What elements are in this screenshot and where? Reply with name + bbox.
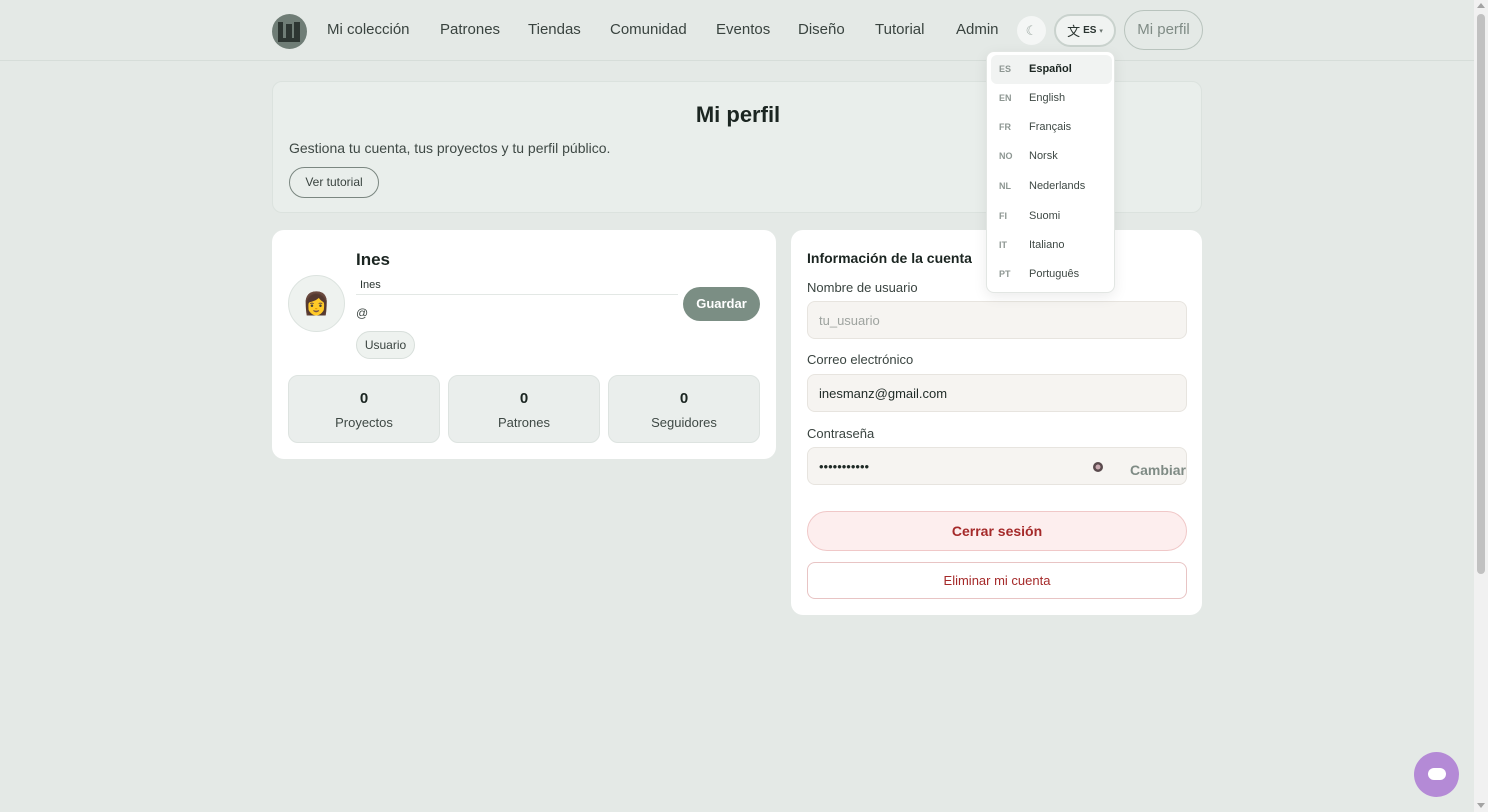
language-code: FR [999, 122, 1011, 132]
stat-patterns[interactable]: 0 Patrones [448, 375, 600, 443]
scroll-up-arrow-icon[interactable] [1477, 3, 1485, 8]
language-name: Nederlands [1029, 180, 1086, 192]
profile-button[interactable]: Mi perfil [1124, 10, 1203, 50]
language-option-pt[interactable]: PT Português [991, 260, 1112, 289]
username-input[interactable]: tu_usuario [807, 301, 1187, 339]
nav-item-patrones[interactable]: Patrones [440, 21, 500, 38]
role-badge: Usuario [356, 331, 415, 359]
stat-label: Patrones [497, 415, 551, 430]
language-selector-button[interactable]: 文 ES ▾ [1054, 14, 1116, 47]
tutorial-button[interactable]: Ver tutorial [289, 167, 379, 198]
username-label: Nombre de usuario [807, 280, 918, 295]
delete-account-button[interactable]: Eliminar mi cuenta [807, 562, 1187, 599]
scroll-down-arrow-icon[interactable] [1477, 803, 1485, 808]
language-name: Français [1029, 121, 1072, 133]
language-code: ES [999, 64, 1012, 74]
stat-projects[interactable]: 0 Proyectos [288, 375, 440, 443]
nav-item-coleccion[interactable]: Mi colección [327, 21, 410, 38]
language-option-it[interactable]: IT Italiano [991, 231, 1112, 260]
language-code: IT [999, 240, 1007, 250]
language-option-fr[interactable]: FR Français [991, 113, 1112, 142]
page-subtitle: Gestiona tu cuenta, tus proyectos y tu p… [289, 140, 611, 156]
display-name-input[interactable] [356, 276, 678, 295]
save-button[interactable]: Guardar [683, 287, 760, 321]
nav-item-comunidad[interactable]: Comunidad [610, 21, 687, 38]
language-option-es[interactable]: ES Español [991, 55, 1112, 84]
language-option-fi[interactable]: FI Suomi [991, 202, 1112, 231]
stat-value: 0 [519, 390, 529, 407]
language-code: NL [999, 181, 1011, 191]
language-option-en[interactable]: EN English [991, 84, 1112, 113]
language-name: Suomi [1029, 210, 1061, 222]
chat-bubble-icon [1428, 768, 1446, 780]
stat-followers[interactable]: 0 Seguidores [608, 375, 760, 443]
nav-item-tutorial[interactable]: Tutorial [875, 21, 924, 38]
stat-value: 0 [679, 390, 689, 407]
nav-item-eventos[interactable]: Eventos [716, 21, 770, 38]
language-name: Português [1029, 268, 1080, 280]
avatar[interactable]: 👩 [288, 275, 345, 332]
eye-icon[interactable] [1092, 461, 1104, 473]
profile-display-name: Ines [356, 250, 391, 269]
logout-button[interactable]: Cerrar sesión [807, 511, 1187, 551]
change-password-link[interactable]: Cambiar [1130, 462, 1186, 478]
stat-label: Seguidores [651, 415, 717, 430]
language-option-nl[interactable]: NL Nederlands [991, 172, 1112, 201]
profile-card: 👩 Ines @ Usuario Guardar 0 Proyectos 0 P… [272, 230, 776, 459]
language-menu: ES Español EN English FR Français NO Nor… [986, 51, 1115, 293]
account-info-title: Información de la cuenta [807, 250, 972, 266]
chevron-down-icon: ▾ [1099, 27, 1103, 35]
nav-item-admin[interactable]: Admin [956, 21, 999, 38]
language-code: PT [999, 269, 1011, 279]
email-label: Correo electrónico [807, 352, 914, 367]
top-nav: Mi colección Patrones Tiendas Comunidad … [0, 0, 1474, 61]
language-code: ES [1083, 25, 1097, 36]
language-name: Español [1029, 63, 1072, 75]
profile-handle: @ [356, 306, 369, 320]
language-code: FI [999, 211, 1007, 221]
stat-label: Proyectos [335, 415, 393, 430]
stat-value: 0 [359, 390, 369, 407]
language-option-no[interactable]: NO Norsk [991, 142, 1112, 171]
email-field[interactable]: inesmanz@gmail.com [807, 374, 1187, 412]
language-code: NO [999, 151, 1013, 161]
password-label: Contraseña [807, 426, 875, 441]
nav-item-tiendas[interactable]: Tiendas [528, 21, 581, 38]
scrollbar-thumb[interactable] [1477, 14, 1485, 574]
nav-item-diseno[interactable]: Diseño [798, 21, 845, 38]
chat-button[interactable] [1414, 752, 1459, 797]
language-name: Italiano [1029, 239, 1065, 251]
app-logo[interactable] [272, 14, 307, 49]
theme-toggle-moon-icon[interactable]: ☾ [1017, 16, 1046, 45]
password-value: ••••••••••• [819, 458, 870, 474]
language-code: EN [999, 93, 1012, 103]
language-name: Norsk [1029, 150, 1058, 162]
language-name: English [1029, 92, 1066, 104]
translate-icon: 文 [1067, 24, 1081, 39]
